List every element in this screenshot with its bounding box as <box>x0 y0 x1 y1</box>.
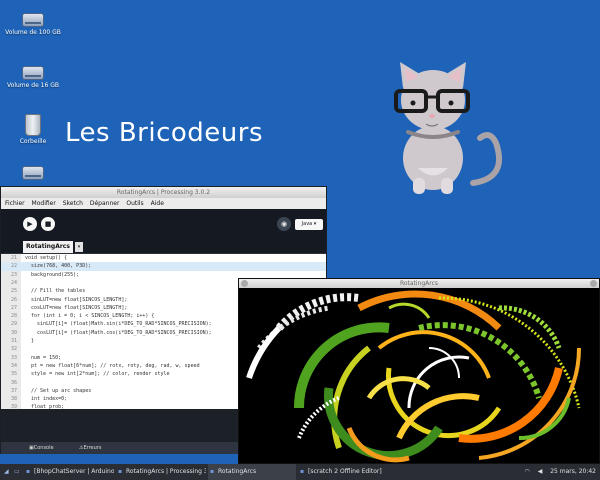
line-number: 35 <box>10 371 17 378</box>
sketch-output-window: RotatingArcs <box>238 278 600 464</box>
code-line[interactable]: 22 size(768, 400, P3D); <box>1 262 326 271</box>
code-text: } <box>25 338 35 344</box>
line-number: 30 <box>10 329 17 336</box>
line-number: 29 <box>10 321 17 328</box>
ide-toolbar: ▶ ■ ◉ Java ▾ <box>1 209 326 239</box>
menu-outils[interactable]: Outils <box>126 200 143 207</box>
tab-console-label: Console <box>33 445 54 451</box>
code-text: void setup() { <box>25 255 68 261</box>
trash-icon <box>25 114 41 136</box>
desktop-icon-drive[interactable] <box>3 166 63 182</box>
menu-modifier[interactable]: Modifier <box>32 200 56 207</box>
taskbar-item-arduino[interactable]: [BhopChatServer | Arduino... <box>24 464 114 480</box>
line-number: 37 <box>10 387 17 394</box>
code-text: cosLUT[i]= (float)Math.cos(i*DEG_TO_RAD*… <box>25 329 212 336</box>
line-number: 23 <box>10 271 17 278</box>
code-text: cosLUT=new float[SINCOS_LENGTH]; <box>25 304 128 311</box>
line-number: 32 <box>10 346 17 353</box>
tab-menu-button[interactable]: ▾ <box>75 242 83 252</box>
code-text: for (int i = 0; i < SINCOS_LENGTH; i++) … <box>25 313 155 320</box>
code-text: sinLUT[i]= (float)Math.sin(i*DEG_TO_RAD*… <box>25 321 212 328</box>
line-number: 36 <box>10 379 17 386</box>
tab-rotatingarcs[interactable]: RotatingArcs <box>23 241 73 253</box>
line-number: 21 <box>10 255 17 261</box>
drive-icon <box>22 66 44 80</box>
ide-menubar: Fichier Modifier Sketch Dépanner Outils … <box>1 198 326 209</box>
rotating-arcs-canvas <box>239 288 599 463</box>
debug-button[interactable]: ◉ <box>277 217 291 231</box>
line-number: 22 <box>10 263 17 270</box>
wifi-icon[interactable]: ◠ <box>525 468 530 475</box>
tab-erreurs[interactable]: ⚠ Erreurs <box>79 442 101 454</box>
tab-erreurs-label: Erreurs <box>83 445 102 451</box>
line-number: 38 <box>10 396 17 403</box>
code-text: // Fill the tables <box>25 288 86 295</box>
line-number: 28 <box>10 313 17 320</box>
code-text: style = new int[2*num]; // color, render… <box>25 371 170 378</box>
line-number: 34 <box>10 362 17 369</box>
line-number: 27 <box>10 304 17 311</box>
desktop-icon-trash[interactable]: Corbeille <box>3 114 63 146</box>
line-number: 31 <box>10 338 17 344</box>
desktop-icon-label: Volume de 100 GB <box>5 29 61 36</box>
taskbar-item-processing[interactable]: RotatingArcs | Processing 3... <box>116 464 206 480</box>
code-text: num = 150; <box>25 354 62 361</box>
show-desktop-icon[interactable]: ▭ <box>14 464 20 480</box>
desktop-icon-label: Corbeille <box>19 138 47 145</box>
menu-sketch[interactable]: Sketch <box>63 200 83 207</box>
desktop-icon-volume-16[interactable]: Volume de 16 GB <box>3 66 63 90</box>
drive-icon <box>22 13 44 27</box>
menu-aide[interactable]: Aide <box>151 200 164 207</box>
line-number: 26 <box>10 296 17 303</box>
sketch-titlebar[interactable]: RotatingArcs <box>239 279 599 288</box>
line-number: 33 <box>10 354 17 361</box>
code-line[interactable]: 21 void setup() { <box>1 254 326 262</box>
start-menu-icon[interactable]: ◢ <box>4 464 9 480</box>
stop-button[interactable]: ■ <box>41 217 55 231</box>
line-number: 25 <box>10 288 17 295</box>
code-text: pt = new float[6*num]; // rotx, roty, de… <box>25 362 200 369</box>
code-text: background(255); <box>25 271 80 278</box>
taskbar-item-scratch[interactable]: [scratch 2 Offline Editor] <box>298 464 398 480</box>
system-tray: ◠ ◀ 25 mars, 20:42 <box>519 464 596 480</box>
clock[interactable]: 25 mars, 20:42 <box>550 468 596 475</box>
tab-console[interactable]: ▣ Console <box>29 442 54 454</box>
sketch-title: RotatingArcs <box>399 280 439 287</box>
desktop-icon-label: Volume de 16 GB <box>7 82 59 89</box>
code-text: int index=0; <box>25 396 68 403</box>
drive-icon <box>22 166 44 180</box>
close-icon[interactable] <box>590 280 597 287</box>
window-menu-icon[interactable] <box>241 280 248 287</box>
taskbar-item-rotatingarcs[interactable]: RotatingArcs <box>208 464 296 480</box>
ide-tab-strip: RotatingArcs ▾ <box>1 239 326 253</box>
wallpaper-brand-text: Les Bricodeurs <box>65 118 264 148</box>
volume-icon[interactable]: ◀ <box>538 468 543 475</box>
menu-depanner[interactable]: Dépanner <box>90 200 120 207</box>
mode-selector[interactable]: Java ▾ <box>295 219 323 230</box>
taskbar: ◢ ▭ [BhopChatServer | Arduino... Rotatin… <box>0 464 600 480</box>
line-number: 24 <box>10 279 17 286</box>
cat-mascot-illustration <box>394 62 503 194</box>
code-text: // Set up arc shapes <box>25 387 92 394</box>
run-button[interactable]: ▶ <box>23 217 37 231</box>
menu-fichier[interactable]: Fichier <box>5 200 25 207</box>
desktop-icon-volume-100[interactable]: Volume de 100 GB <box>3 13 63 37</box>
code-text: size(768, 400, P3D); <box>25 263 92 270</box>
ide-title[interactable]: RotatingArcs | Processing 3.0.2 <box>1 187 326 198</box>
code-text: sinLUT=new float[SINCOS_LENGTH]; <box>25 296 128 303</box>
